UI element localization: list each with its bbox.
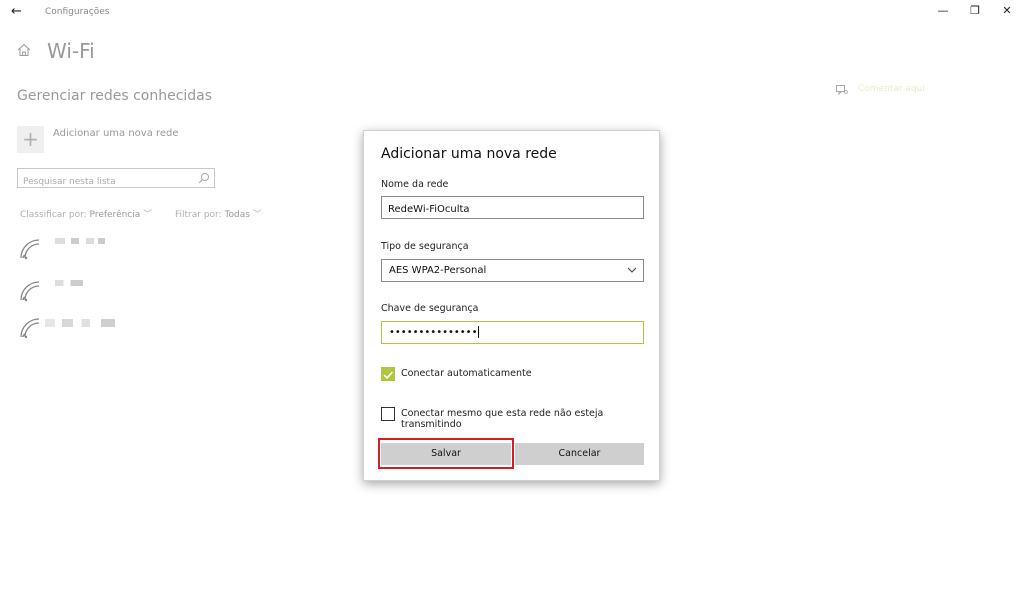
add-network-button[interactable]: +	[17, 126, 44, 153]
plus-icon: +	[22, 127, 39, 151]
window-title: Configurações	[45, 7, 110, 17]
feedback-icon[interactable]	[836, 85, 848, 95]
list-item[interactable]	[19, 317, 119, 343]
dialog-title: Adicionar uma nova rede	[381, 146, 557, 162]
security-type-label: Tipo de segurança	[381, 241, 469, 252]
auto-connect-checkbox[interactable]	[381, 367, 395, 381]
security-key-label: Chave de segurança	[381, 303, 479, 314]
network-name-input[interactable]	[382, 199, 628, 220]
wifi-icon	[20, 281, 40, 302]
security-type-value: AES WPA2-Personal	[389, 265, 487, 276]
filter-value: Todas	[224, 210, 250, 220]
network-name-obscured	[55, 280, 83, 286]
list-item[interactable]	[19, 280, 119, 306]
hidden-connect-checkbox[interactable]	[381, 407, 395, 421]
security-key-field[interactable]: •••••••••••••••	[381, 321, 644, 344]
sort-value: Preferência	[89, 210, 141, 220]
sort-dropdown[interactable]: Classificar por: Preferência ﹀	[20, 207, 152, 220]
chevron-down-icon: ﹀	[143, 210, 153, 220]
add-network-dialog: Adicionar uma nova rede Nome da rede Tip…	[363, 130, 660, 481]
security-type-select[interactable]: AES WPA2-Personal	[381, 259, 644, 282]
filter-dropdown[interactable]: Filtrar por: Todas ﹀	[175, 207, 262, 220]
home-icon[interactable]	[17, 43, 31, 57]
list-item[interactable]	[19, 238, 119, 264]
search-input[interactable]	[18, 173, 199, 191]
chevron-down-icon: ﹀	[252, 210, 262, 220]
text-caret	[478, 326, 480, 338]
wifi-icon	[20, 318, 40, 339]
minimize-button[interactable]: —	[928, 4, 958, 22]
network-name-label: Nome da rede	[381, 179, 449, 190]
section-title: Gerenciar redes conhecidas	[17, 88, 213, 104]
back-arrow-icon[interactable]: ←	[11, 4, 22, 19]
close-button[interactable]: ✕	[992, 4, 1022, 22]
wifi-icon	[20, 239, 40, 260]
feedback-link[interactable]: Comentar aqui	[858, 84, 925, 94]
chevron-down-icon	[627, 267, 637, 273]
network-name-field[interactable]	[381, 196, 644, 220]
sort-prefix: Classificar por:	[20, 210, 87, 220]
search-icon[interactable]	[198, 172, 210, 184]
add-network-label[interactable]: Adicionar uma nova rede	[53, 128, 179, 139]
network-name-obscured	[55, 238, 105, 244]
search-box[interactable]	[17, 168, 215, 191]
security-key-masked[interactable]: •••••••••••••••	[389, 326, 480, 338]
save-highlight-box	[378, 438, 514, 469]
title-bar: ← Configurações — ❐ ✕	[0, 0, 1024, 28]
cancel-button[interactable]: Cancelar	[515, 443, 644, 465]
auto-connect-label[interactable]: Conectar automaticamente	[401, 368, 532, 379]
security-key-dots: •••••••••••••••	[389, 327, 478, 338]
network-name-obscured	[45, 319, 115, 327]
filter-prefix: Filtrar por:	[175, 210, 222, 220]
maximize-button[interactable]: ❐	[960, 4, 990, 22]
hidden-connect-label[interactable]: Conectar mesmo que esta rede não esteja …	[401, 408, 659, 430]
checkmark-icon	[383, 371, 394, 380]
page-title: Wi-Fi	[47, 39, 95, 63]
